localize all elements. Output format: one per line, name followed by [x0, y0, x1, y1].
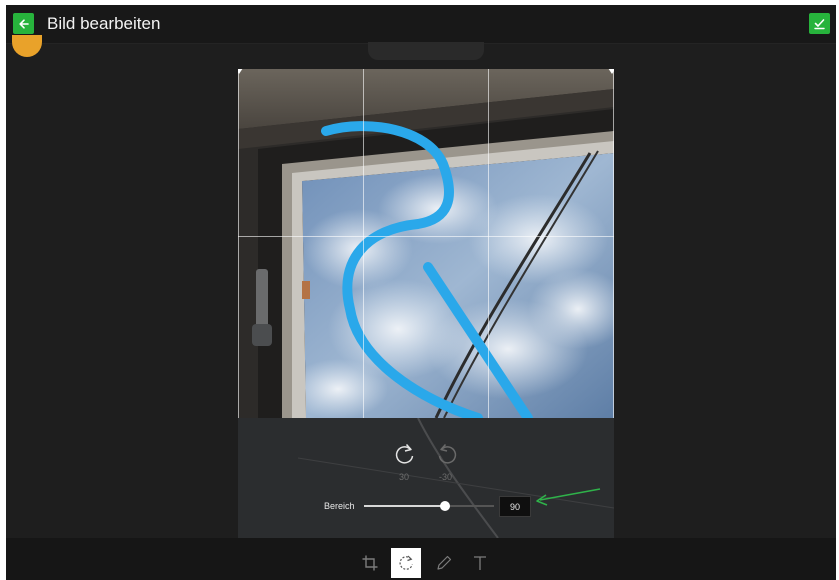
- rotate-clockwise-label: 30: [399, 472, 410, 482]
- image-editor-window: Bild bearbeiten 30 -30 Bereich 90: [6, 5, 836, 580]
- rotate-clockwise-button[interactable]: [391, 438, 419, 470]
- page-title: Bild bearbeiten: [47, 14, 161, 33]
- text-icon: [474, 556, 486, 570]
- rotate-counterclockwise-button[interactable]: [433, 438, 461, 470]
- arrow-left-icon: [18, 18, 29, 29]
- rotate-counterclockwise-icon: [438, 443, 457, 464]
- rotate-counterclockwise-label: -30: [439, 472, 453, 482]
- rotate-tool-button[interactable]: [391, 548, 421, 578]
- range-slider-fill: [364, 505, 445, 507]
- range-slider[interactable]: [364, 501, 494, 511]
- pencil-icon: [437, 555, 452, 570]
- header-bar: Bild bearbeiten: [6, 5, 836, 44]
- grid-line: [488, 69, 489, 418]
- crop-icon: [362, 555, 378, 571]
- top-toolbar-peek: [368, 42, 484, 60]
- bottom-toolbar: [6, 538, 836, 580]
- crop-tool-button[interactable]: [355, 548, 385, 578]
- rotate-clockwise-icon: [395, 443, 414, 464]
- range-label: Bereich: [324, 501, 355, 511]
- crop-border-left[interactable]: [238, 69, 239, 418]
- rotate-panel: [238, 418, 614, 538]
- draw-tool-button[interactable]: [429, 548, 459, 578]
- grid-line: [363, 69, 364, 418]
- crop-handle-top-right[interactable]: [608, 69, 614, 74]
- photo: [238, 69, 614, 418]
- done-button[interactable]: [809, 13, 830, 34]
- range-value-input[interactable]: 90: [499, 496, 531, 517]
- rotate-icon: [399, 555, 413, 570]
- check-icon: [814, 19, 825, 30]
- grid-line: [238, 236, 614, 237]
- image-canvas[interactable]: [238, 69, 614, 418]
- range-slider-thumb[interactable]: [439, 501, 450, 511]
- crop-border-right[interactable]: [613, 69, 614, 418]
- avatar: [12, 35, 42, 57]
- text-tool-button[interactable]: [465, 548, 495, 578]
- crop-handle-top-left[interactable]: [238, 69, 243, 74]
- photo-reflection: [297, 418, 614, 538]
- back-button[interactable]: [13, 13, 34, 34]
